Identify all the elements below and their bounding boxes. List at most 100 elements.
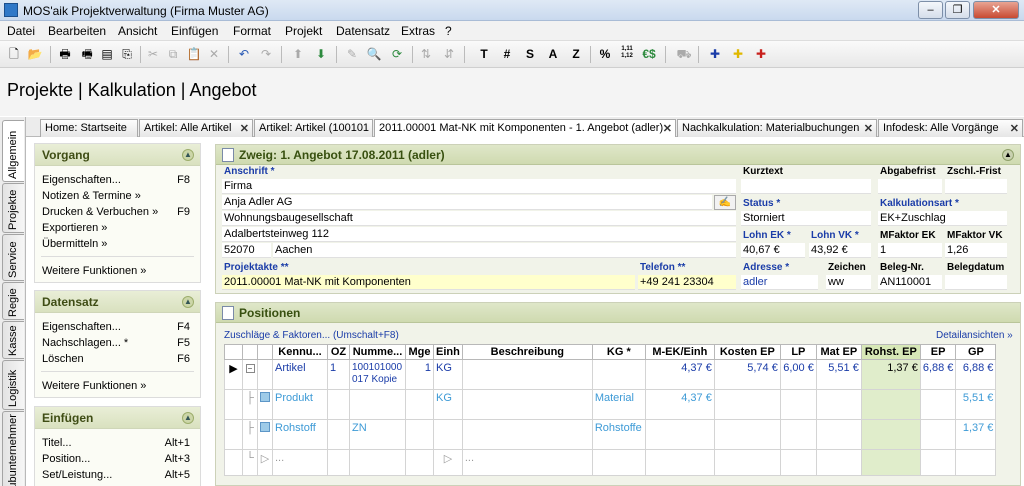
datensatz-eigenschaften[interactable]: Eigenschaften... F4: [35, 319, 200, 335]
menu-einfuegen[interactable]: Einfügen: [171, 24, 218, 38]
menu-projekt[interactable]: Projekt: [285, 24, 322, 38]
col-kg[interactable]: KG *: [591, 344, 646, 360]
cell-ep[interactable]: 6,88 €: [919, 359, 957, 390]
close-tab-icon[interactable]: ✕: [1010, 122, 1019, 135]
cell-kg[interactable]: [591, 449, 646, 476]
side-tab-regie[interactable]: Regie: [2, 282, 24, 320]
anschrift-line-1[interactable]: Firma: [222, 179, 736, 194]
telefon-field[interactable]: +49 241 23304: [638, 275, 736, 290]
collapse-icon[interactable]: ▲: [182, 296, 194, 308]
tab-artikel-detail[interactable]: Artikel: Artikel (100101: [254, 119, 373, 137]
anschrift-line-3[interactable]: Wohnungsbaugesellschaft: [222, 211, 736, 226]
cell-mek[interactable]: [644, 449, 715, 476]
col-mge[interactable]: Mge: [405, 344, 434, 360]
cell-kg[interactable]: Rohstoffe: [591, 419, 646, 450]
percent-button[interactable]: %: [597, 46, 613, 62]
cell-kg[interactable]: Material: [591, 389, 646, 420]
cell-kennung[interactable]: ...: [272, 449, 328, 476]
table-row[interactable]: ▶ − Artikel 1 100101000 017 Kopie 1 KG 4…: [224, 359, 997, 390]
tab-artikel-alle[interactable]: Artikel: Alle Artikel ✕: [139, 119, 253, 137]
tab-nachkalkulation[interactable]: Nachkalkulation: Materialbuchungen ✕: [677, 119, 877, 137]
vorgang-weitere-funktionen[interactable]: Weitere Funktionen »: [35, 263, 200, 279]
cell-einh[interactable]: [433, 419, 463, 450]
cell-nummer[interactable]: ZN: [349, 419, 406, 450]
menu-bearbeiten[interactable]: Bearbeiten: [48, 24, 106, 38]
zschl-frist-field[interactable]: [945, 179, 1007, 194]
vorgang-eigenschaften[interactable]: Eigenschaften... F8: [35, 172, 200, 188]
cell-mge[interactable]: [405, 449, 434, 476]
cell-gp[interactable]: 5,51 €: [955, 389, 997, 420]
paste-icon[interactable]: 📋: [186, 46, 202, 62]
cell-nummer[interactable]: 100101000 017 Kopie: [349, 359, 406, 390]
currency-button[interactable]: €$: [641, 46, 657, 62]
abgabefrist-field[interactable]: [878, 179, 942, 194]
col-mat-ep[interactable]: Mat EP: [815, 344, 862, 360]
cell-kennung[interactable]: Rohstoff: [272, 419, 328, 450]
cell-kosten-ep[interactable]: [713, 389, 781, 420]
sort-az-icon[interactable]: ⇅: [418, 46, 434, 62]
undo-icon[interactable]: ↶: [236, 46, 252, 62]
cell-ep[interactable]: [919, 419, 957, 450]
datensatz-loeschen[interactable]: Löschen F6: [35, 351, 200, 367]
cell-kennung[interactable]: Artikel: [272, 359, 328, 390]
cell-einh[interactable]: KG: [433, 389, 463, 420]
format-z-button[interactable]: Z: [568, 46, 584, 62]
kalkulationsart-field[interactable]: EK+Zuschlag: [878, 211, 1007, 226]
datensatz-nachschlagen[interactable]: Nachschlagen... * F5: [35, 335, 200, 351]
cell-ep[interactable]: [919, 449, 957, 476]
einfuegen-set-leistung[interactable]: Set/Leistung... Alt+5: [35, 467, 200, 483]
cell-beschreibung[interactable]: [461, 359, 593, 390]
projektakte-field[interactable]: 2011.00001 Mat-NK mit Komponenten: [222, 275, 635, 290]
format-hash-button[interactable]: #: [499, 46, 515, 62]
cell-mge[interactable]: [405, 389, 434, 420]
cell-mat-ep[interactable]: [815, 419, 862, 450]
new-row-icon[interactable]: ▷: [257, 449, 273, 476]
col-nummer[interactable]: Numme...: [349, 344, 406, 360]
menu-extras[interactable]: Extras: [401, 24, 435, 38]
col-gp[interactable]: GP: [955, 344, 997, 360]
close-tab-icon[interactable]: ✕: [864, 122, 873, 135]
decimal-places-button[interactable]: 1,11 1,12: [618, 46, 636, 62]
belegdatum-field[interactable]: [945, 275, 1007, 290]
cell-kosten-ep[interactable]: 5,74 €: [713, 359, 781, 390]
col-rohst-ep[interactable]: Rohst. EP: [860, 344, 921, 360]
cell-mat-ep[interactable]: 5,51 €: [815, 359, 862, 390]
menu-datei[interactable]: Datei: [7, 24, 35, 38]
menu-ansicht[interactable]: Ansicht: [118, 24, 157, 38]
cell-beschreibung[interactable]: [461, 389, 593, 420]
side-tab-logistik[interactable]: Logistik: [2, 360, 24, 410]
cell-kg[interactable]: [591, 359, 646, 390]
menu-format[interactable]: Format: [233, 24, 271, 38]
cell-nummer[interactable]: [349, 389, 406, 420]
cell-gp[interactable]: [955, 449, 997, 476]
cell-mek[interactable]: 4,37 €: [644, 389, 715, 420]
redo-icon[interactable]: ↷: [258, 46, 274, 62]
vorgang-drucken[interactable]: Drucken & Verbuchen » F9: [35, 204, 200, 220]
print-icon[interactable]: 🖶: [57, 46, 73, 62]
cell-rohst-ep[interactable]: [860, 389, 921, 420]
cell-beschreibung[interactable]: [461, 419, 593, 450]
cell-kennung[interactable]: Produkt: [272, 389, 328, 420]
cell-lp[interactable]: [779, 449, 817, 476]
collapse-tree-icon[interactable]: −: [245, 364, 255, 373]
collapse-icon[interactable]: ▲: [182, 149, 194, 161]
cell-ep[interactable]: [919, 389, 957, 420]
col-beschreibung[interactable]: Beschreibung: [461, 344, 593, 360]
cell-oz[interactable]: 1: [327, 359, 350, 390]
lohn-vk-field[interactable]: 43,92 €: [809, 243, 871, 258]
menu-help[interactable]: ?: [445, 24, 452, 38]
side-tab-projekte[interactable]: Projekte: [2, 183, 24, 233]
new-document-icon[interactable]: 🗋: [6, 46, 22, 62]
signature-icon[interactable]: ✍: [714, 195, 736, 210]
refresh-icon[interactable]: ⟳: [389, 46, 405, 62]
cell-rohst-ep[interactable]: 1,37 €: [860, 359, 921, 390]
cell-rohst-ep[interactable]: [860, 449, 921, 476]
vorgang-uebermitteln[interactable]: Übermitteln »: [35, 236, 200, 252]
cell-nummer[interactable]: [349, 449, 406, 476]
cell-mat-ep[interactable]: [815, 449, 862, 476]
copy-icon[interactable]: ⧉: [165, 46, 181, 62]
cell-beschreibung[interactable]: ...: [461, 449, 593, 476]
open-folder-icon[interactable]: 📂: [27, 46, 43, 62]
cell-mek[interactable]: 4,37 €: [644, 359, 715, 390]
kurztext-field[interactable]: [741, 179, 871, 194]
